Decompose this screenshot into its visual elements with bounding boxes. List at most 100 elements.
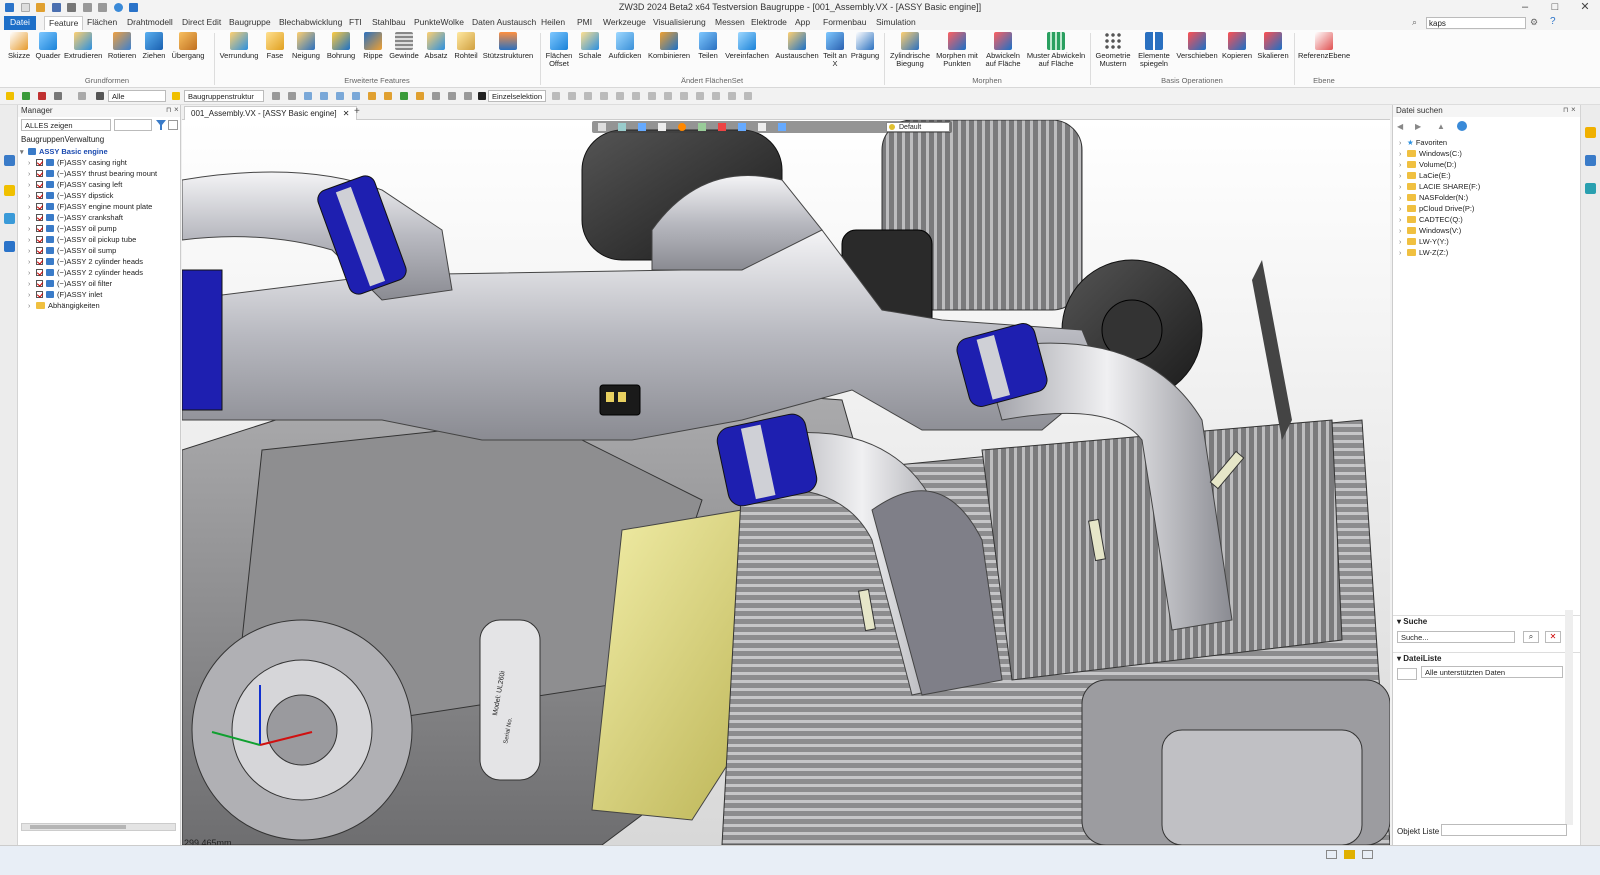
checkbox-icon[interactable] xyxy=(36,170,43,177)
tool-icon[interactable] xyxy=(272,92,280,100)
close-tab-icon[interactable]: ✕ xyxy=(343,109,350,118)
skalieren-button[interactable]: Skalieren xyxy=(1256,32,1290,60)
menu-heilen[interactable]: Heilen xyxy=(541,17,565,27)
checkbox-icon[interactable] xyxy=(36,291,43,298)
tree-node-drive[interactable]: › Volume(D:) xyxy=(1399,159,1457,170)
menu-elektrode[interactable]: Elektrode xyxy=(751,17,787,27)
command-search-input[interactable]: kaps xyxy=(1426,17,1526,29)
file-search-input[interactable]: Suche... xyxy=(1397,631,1515,643)
teilen-button[interactable]: Teilen xyxy=(694,32,722,60)
close-panel-icon[interactable]: × xyxy=(174,105,179,114)
tool-icon[interactable] xyxy=(432,92,440,100)
praegung-button[interactable]: Prägung xyxy=(850,32,880,60)
tree-item[interactable]: › (−)ASSY oil filter xyxy=(28,278,112,289)
tool-icon[interactable] xyxy=(664,92,672,100)
tree-item[interactable]: › (F)ASSY casing left xyxy=(28,179,122,190)
hide-icon[interactable] xyxy=(758,123,766,131)
file-list-scrollbar[interactable] xyxy=(1565,610,1573,825)
layout-icon[interactable] xyxy=(1326,850,1337,859)
layout-icon[interactable] xyxy=(1344,850,1355,859)
tool-icon[interactable] xyxy=(568,92,576,100)
filter-icon[interactable] xyxy=(156,120,166,130)
uebergang-button[interactable]: Übergang xyxy=(170,32,206,60)
muster-abwickeln-button[interactable]: Muster Abwickeln auf Fläche xyxy=(1026,32,1086,68)
tool-icon[interactable] xyxy=(616,92,624,100)
tree-node-drive[interactable]: › Windows(C:) xyxy=(1399,148,1462,159)
tree-item[interactable]: › (−)ASSY oil pickup tube xyxy=(28,234,136,245)
menu-stahlbau[interactable]: Stahlbau xyxy=(372,17,406,27)
palette-icon[interactable] xyxy=(1585,155,1596,166)
add-icon[interactable] xyxy=(22,92,30,100)
box-select-icon[interactable] xyxy=(54,92,62,100)
tree-node-drive[interactable]: › NASFolder(N:) xyxy=(1399,192,1468,203)
tree-item[interactable]: › (F)ASSY engine mount plate xyxy=(28,201,152,212)
extrudieren-button[interactable]: Extrudieren xyxy=(64,32,102,60)
checkbox-icon[interactable] xyxy=(36,159,43,166)
help-icon[interactable]: ? xyxy=(1550,16,1556,27)
tree-node-favoriten[interactable]: › ★ Favoriten xyxy=(1399,137,1447,148)
rippe-button[interactable]: Rippe xyxy=(360,32,386,60)
kombinieren-button[interactable]: Kombinieren xyxy=(646,32,692,60)
tool-icon[interactable] xyxy=(400,92,408,100)
manager-hscrollbar[interactable] xyxy=(21,823,176,831)
menu-fti[interactable]: FTI xyxy=(349,17,362,27)
tool-icon[interactable] xyxy=(320,92,328,100)
checkbox-icon[interactable] xyxy=(36,280,43,287)
menu-drahtmodell[interactable]: Drahtmodell xyxy=(127,17,173,27)
flaechen-offset-button[interactable]: Flächen Offset xyxy=(544,32,574,68)
dateiliste-section-header[interactable]: ▾ DateiListe xyxy=(1393,652,1581,664)
tree-item[interactable]: › (−)ASSY dipstick xyxy=(28,190,113,201)
zoom-icon[interactable] xyxy=(778,123,786,131)
tool-icon[interactable] xyxy=(288,92,296,100)
forward-icon[interactable]: ▶ xyxy=(1415,122,1421,131)
tool-icon[interactable] xyxy=(648,92,656,100)
checkbox-icon[interactable] xyxy=(36,236,43,243)
tree-item[interactable]: › (−)ASSY thrust bearing mount xyxy=(28,168,157,179)
tool-icon[interactable] xyxy=(584,92,592,100)
menu-messen[interactable]: Messen xyxy=(715,17,745,27)
tool-icon[interactable] xyxy=(384,92,392,100)
material-icon[interactable] xyxy=(678,123,686,131)
tool-icon[interactable] xyxy=(304,92,312,100)
menu-direct-edit[interactable]: Direct Edit xyxy=(182,17,221,27)
tree-node-drive[interactable]: › LaCie(E:) xyxy=(1399,170,1451,181)
manager-search-input[interactable] xyxy=(114,119,152,131)
tree-node-drive[interactable]: › LW-Z(Z:) xyxy=(1399,247,1448,258)
scrollbar-thumb[interactable] xyxy=(30,825,126,829)
quader-button[interactable]: Quader xyxy=(34,32,62,60)
suche-section-header[interactable]: ▾ Suche xyxy=(1393,615,1581,627)
structure-select[interactable]: Baugruppenstruktur xyxy=(184,90,264,102)
tree-node-drive[interactable]: › Windows(V:) xyxy=(1399,225,1461,236)
close-window-button[interactable]: ✕ xyxy=(1570,0,1600,16)
view-style-select[interactable]: Default xyxy=(886,122,950,132)
menu-daten-austausch[interactable]: Daten Austausch xyxy=(472,17,536,27)
tool-icon[interactable] xyxy=(632,92,640,100)
gewinde-button[interactable]: Gewinde xyxy=(388,32,420,60)
austauschen-button[interactable]: Austauschen xyxy=(774,32,820,60)
filetype-select[interactable]: Alle unterstützten Daten xyxy=(1421,666,1563,678)
menu-feature[interactable]: Feature xyxy=(44,16,84,30)
rohteil-button[interactable]: Rohteil xyxy=(452,32,480,60)
tree-item[interactable]: › (F)ASSY inlet xyxy=(28,289,102,300)
checkbox-icon[interactable] xyxy=(36,192,43,199)
pick-filter-icon[interactable] xyxy=(6,92,14,100)
tool-icon[interactable] xyxy=(464,92,472,100)
geometrie-mustern-button[interactable]: Geometrie Mustern xyxy=(1094,32,1132,68)
layout-icon[interactable] xyxy=(1362,850,1373,859)
abwickeln-auf-flaeche-button[interactable]: Abwickeln auf Fläche xyxy=(982,32,1024,68)
stuetzstrukturen-button[interactable]: Stützstrukturen xyxy=(482,32,534,60)
up-icon[interactable]: ▲ xyxy=(1437,122,1445,131)
menu-flaechen[interactable]: Flächen xyxy=(87,17,117,27)
schale-button[interactable]: Schale xyxy=(576,32,604,60)
elemente-spiegeln-button[interactable]: Elemente spiegeln xyxy=(1134,32,1174,68)
menu-werkzeuge[interactable]: Werkzeuge xyxy=(603,17,646,27)
minimize-button[interactable]: – xyxy=(1510,0,1540,16)
checkbox-icon[interactable] xyxy=(36,225,43,232)
stop-icon[interactable] xyxy=(478,92,486,100)
kopieren-button[interactable]: Kopieren xyxy=(1220,32,1254,60)
objekt-liste-select[interactable] xyxy=(1441,824,1567,836)
menu-simulation[interactable]: Simulation xyxy=(876,17,916,27)
options-icon[interactable] xyxy=(168,120,178,130)
tool-icon[interactable] xyxy=(744,92,752,100)
remove-icon[interactable] xyxy=(38,92,46,100)
